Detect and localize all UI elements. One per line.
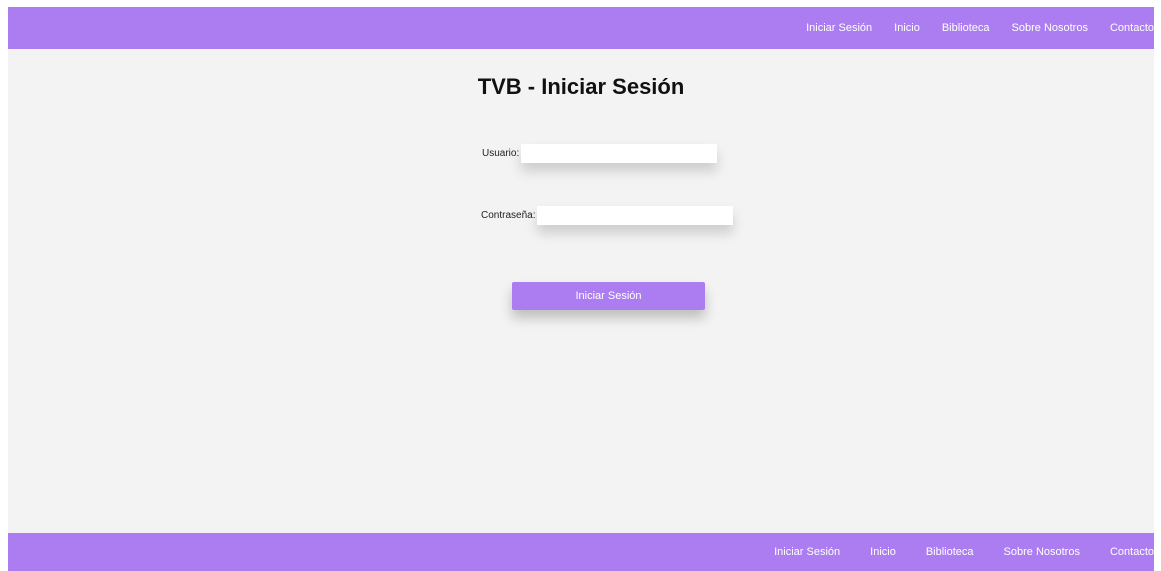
footer-navigation-bar: Iniciar Sesión Inicio Biblioteca Sobre N… bbox=[8, 533, 1154, 571]
nav-link-contacto[interactable]: Contacto bbox=[1110, 22, 1154, 34]
top-nav-links: Iniciar Sesión Inicio Biblioteca Sobre N… bbox=[806, 7, 1154, 49]
password-label: Contraseña: bbox=[481, 210, 536, 221]
username-row: Usuario: bbox=[482, 144, 718, 163]
password-input[interactable] bbox=[537, 206, 734, 225]
nav-link-inicio[interactable]: Inicio bbox=[894, 22, 920, 34]
page-container: Iniciar Sesión Inicio Biblioteca Sobre N… bbox=[8, 7, 1154, 571]
footer-link-biblioteca[interactable]: Biblioteca bbox=[926, 546, 974, 558]
login-submit-button[interactable]: Iniciar Sesión bbox=[512, 282, 705, 310]
username-input[interactable] bbox=[521, 144, 718, 163]
nav-link-sobre-nosotros[interactable]: Sobre Nosotros bbox=[1012, 22, 1088, 34]
footer-link-sobre-nosotros[interactable]: Sobre Nosotros bbox=[1004, 546, 1080, 558]
password-row: Contraseña: bbox=[481, 206, 734, 225]
page-title: TVB - Iniciar Sesión bbox=[477, 74, 685, 99]
username-label: Usuario: bbox=[482, 148, 520, 159]
footer-link-inicio[interactable]: Inicio bbox=[870, 546, 896, 558]
nav-link-biblioteca[interactable]: Biblioteca bbox=[942, 22, 990, 34]
footer-nav-links: Iniciar Sesión Inicio Biblioteca Sobre N… bbox=[774, 533, 1154, 571]
footer-link-iniciar-sesion[interactable]: Iniciar Sesión bbox=[774, 546, 840, 558]
footer-link-contacto[interactable]: Contacto bbox=[1110, 546, 1154, 558]
nav-link-iniciar-sesion[interactable]: Iniciar Sesión bbox=[806, 22, 872, 34]
top-navigation-bar: Iniciar Sesión Inicio Biblioteca Sobre N… bbox=[8, 7, 1154, 49]
